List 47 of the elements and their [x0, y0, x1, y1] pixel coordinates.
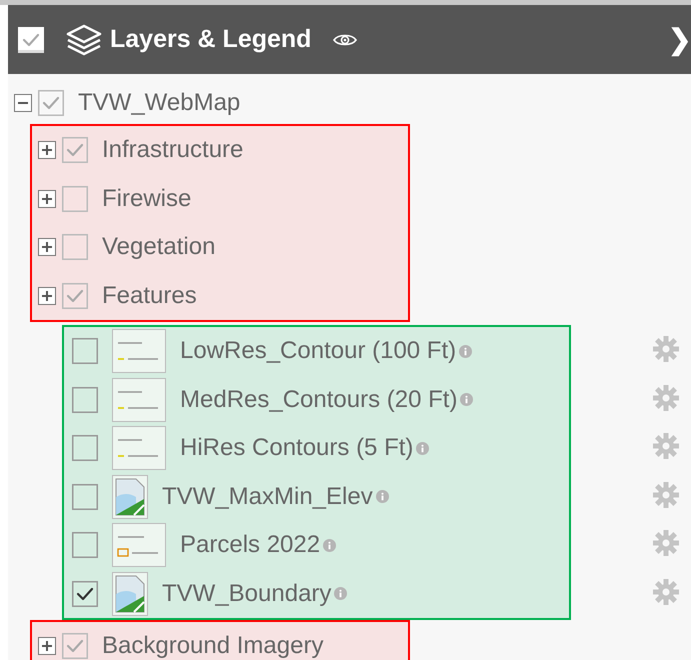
layers-icon	[64, 22, 104, 56]
layer-name[interactable]: TVW_Boundary	[162, 580, 332, 608]
checkbox[interactable]	[38, 90, 64, 116]
checkbox[interactable]	[72, 532, 98, 558]
expand-button[interactable]	[38, 637, 56, 656]
checkbox[interactable]	[72, 435, 98, 462]
layer-name[interactable]: Parcels 2022	[180, 531, 320, 560]
expand-button[interactable]	[38, 190, 56, 208]
legend-swatch-icon	[112, 329, 166, 374]
checkbox[interactable]	[72, 386, 98, 413]
layer-name[interactable]: TVW_MaxMin_Elev	[162, 482, 373, 511]
checkbox[interactable]	[18, 26, 44, 52]
legend-swatch-icon	[112, 523, 166, 568]
collapse-panel-button[interactable]: ❯	[668, 23, 691, 56]
legend-swatch-icon	[112, 378, 166, 422]
checkbox[interactable]	[62, 186, 88, 212]
tree-item[interactable]: TVW_WebMap	[78, 89, 240, 117]
checkbox[interactable]	[72, 338, 98, 364]
expand-button[interactable]	[38, 238, 56, 256]
info-icon[interactable]	[334, 587, 348, 600]
eye-icon[interactable]	[333, 32, 358, 48]
info-icon[interactable]	[459, 344, 472, 358]
layer-name[interactable]: HiRes Contours (5 Ft)	[180, 434, 414, 462]
broken-image-icon	[112, 572, 148, 616]
checkbox[interactable]	[62, 234, 88, 260]
layer-name[interactable]: MedRes_Contours (20 Ft)	[180, 386, 458, 414]
collapse-button[interactable]	[14, 94, 32, 112]
checkbox[interactable]	[62, 282, 88, 309]
tree-item[interactable]: Features	[102, 282, 197, 310]
expand-button[interactable]	[38, 286, 56, 305]
tree-item[interactable]: Vegetation	[102, 233, 216, 262]
info-icon[interactable]	[416, 442, 430, 455]
broken-image-icon	[112, 474, 148, 519]
checkbox[interactable]	[72, 484, 98, 510]
tree-item[interactable]: Infrastructure	[102, 136, 244, 164]
expand-button[interactable]	[38, 141, 56, 160]
panel-title: Layers & Legend	[110, 25, 312, 54]
info-icon[interactable]	[323, 538, 336, 552]
tree-item[interactable]: Firewise	[102, 184, 192, 213]
info-icon[interactable]	[460, 393, 474, 406]
legend-swatch-icon	[112, 426, 166, 470]
tree-item[interactable]: Background Imagery	[102, 632, 324, 660]
checkbox[interactable]	[62, 137, 88, 164]
layer-name[interactable]: LowRes_Contour (100 Ft)	[180, 337, 456, 366]
checkbox[interactable]	[62, 633, 88, 660]
info-icon[interactable]	[376, 490, 389, 504]
checkbox[interactable]	[72, 580, 98, 607]
